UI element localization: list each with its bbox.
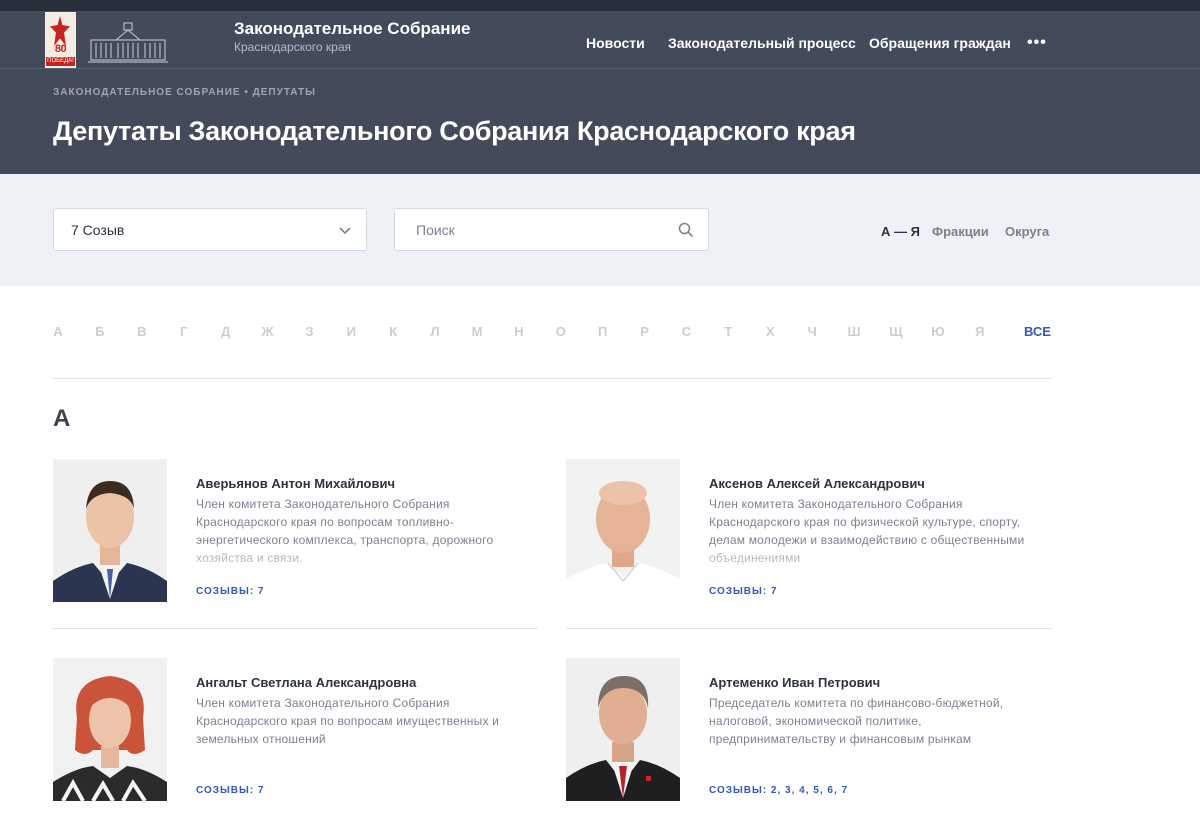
search-icon[interactable] xyxy=(678,222,694,238)
alphabet-letter[interactable]: Г xyxy=(180,324,187,339)
deputy-portrait-icon xyxy=(53,459,167,602)
alphabet-letter[interactable]: В xyxy=(137,324,146,339)
nav-item-citizen-appeals[interactable]: Обращения граждан xyxy=(869,35,1011,51)
alphabet-letter[interactable]: Х xyxy=(766,324,775,339)
deputy-name[interactable]: Аверьянов Антон Михайлович xyxy=(196,476,395,491)
deputy-convocations[interactable]: СОЗЫВЫ: 2, 3, 4, 5, 6, 7 xyxy=(709,785,848,796)
convocation-select[interactable]: 7 Созыв xyxy=(53,208,367,251)
deputy-convocations[interactable]: СОЗЫВЫ: 7 xyxy=(709,586,778,597)
sort-districts[interactable]: Округа xyxy=(1005,224,1049,239)
alphabet-letter[interactable]: Д xyxy=(221,324,230,339)
deputy-card: Аксенов Алексей Александрович Член комит… xyxy=(566,459,1051,629)
sort-factions[interactable]: Фракции xyxy=(932,224,989,239)
alphabet-letter[interactable]: Б xyxy=(95,324,104,339)
alphabet-letter[interactable]: Ж xyxy=(262,324,274,339)
victory-80-logo[interactable]: 80 ПОБЕДА! xyxy=(45,12,76,68)
chevron-down-icon xyxy=(339,227,351,235)
deputy-photo[interactable] xyxy=(53,459,167,602)
section-letter: А xyxy=(53,405,71,432)
search-box xyxy=(394,208,709,251)
alphabet-letter[interactable]: А xyxy=(53,324,62,339)
alphabet-letter[interactable]: Л xyxy=(431,324,440,339)
deputy-photo[interactable] xyxy=(53,658,167,801)
deputy-description: Член комитета Законодательного Собрания … xyxy=(709,497,1025,565)
alphabet-letter[interactable]: К xyxy=(389,324,397,339)
deputy-name[interactable]: Аксенов Алексей Александрович xyxy=(709,476,925,491)
alphabet-letter[interactable]: Ш xyxy=(848,324,861,339)
logo-badge-caption: ПОБЕДА! xyxy=(46,57,75,66)
main-nav: 80 ПОБЕДА! Законодательное Собрание Крас… xyxy=(0,11,1200,69)
sort-alphabetical[interactable]: А — Я xyxy=(881,224,920,239)
org-title[interactable]: Законодательное Собрание xyxy=(234,19,470,39)
search-input[interactable] xyxy=(395,209,665,250)
breadcrumb-item-assembly[interactable]: Законодательное Собрание xyxy=(53,87,241,98)
alphabet-letter[interactable]: О xyxy=(556,324,566,339)
deputy-description: Член комитета Законодательного Собрания … xyxy=(196,497,494,565)
deputy-card: Аверьянов Антон Михайлович Член комитета… xyxy=(53,459,538,629)
alphabet-letter[interactable]: М xyxy=(472,324,483,339)
card-divider xyxy=(53,628,538,629)
deputy-portrait-icon xyxy=(566,459,680,602)
deputy-convocations[interactable]: СОЗЫВЫ: 7 xyxy=(196,586,265,597)
breadcrumb-separator: • xyxy=(244,87,249,98)
nav-item-news[interactable]: Новости xyxy=(586,35,645,51)
more-menu-icon[interactable]: ••• xyxy=(1027,34,1047,52)
divider xyxy=(53,378,1051,379)
site-header: 80 ПОБЕДА! Законодательное Собрание Крас… xyxy=(0,11,1200,174)
deputy-portrait-icon xyxy=(566,658,680,801)
alphabet-letter[interactable]: Я xyxy=(975,324,984,339)
alphabet-letter[interactable]: И xyxy=(347,324,356,339)
alphabet-letter[interactable]: Щ xyxy=(889,324,902,339)
alphabet-letter[interactable]: Ю xyxy=(931,324,944,339)
alphabet-letter[interactable]: Н xyxy=(514,324,523,339)
org-subtitle: Краснодарского края xyxy=(234,40,351,54)
card-divider xyxy=(566,628,1051,629)
convocation-select-value: 7 Созыв xyxy=(71,222,125,238)
deputy-description: Председатель комитета по финансово-бюдже… xyxy=(709,696,1004,746)
deputy-name[interactable]: Артеменко Иван Петрович xyxy=(709,675,880,690)
filter-bar: 7 Созыв А — Я Фракции Округа xyxy=(0,174,1200,286)
deputy-photo[interactable] xyxy=(566,658,680,801)
page-title: Депутаты Законодательного Собрания Красн… xyxy=(53,116,856,146)
alphabet-index: А Б В Г Д Ж З И К Л М Н О П Р С Т Х Ч Ш Щ Ю Я ВСЕ xyxy=(53,324,1051,344)
parliament-building-icon[interactable] xyxy=(88,20,168,64)
alphabet-letter[interactable]: П xyxy=(598,324,607,339)
top-strip xyxy=(0,0,1200,11)
deputy-portrait-icon xyxy=(53,658,167,801)
deputy-photo[interactable] xyxy=(566,459,680,602)
logo-badge-number: 80 xyxy=(54,43,67,55)
breadcrumb: Законодательное Собрание • Депутаты xyxy=(53,87,316,98)
alphabet-letter[interactable]: З xyxy=(305,324,313,339)
deputy-convocations[interactable]: СОЗЫВЫ: 7 xyxy=(196,785,265,796)
alphabet-letter[interactable]: Ч xyxy=(808,324,817,339)
nav-item-legislative-process[interactable]: Законодательный процесс xyxy=(668,35,856,51)
deputy-description: Член комитета Законодательного Собрания … xyxy=(196,696,500,746)
alphabet-letter[interactable]: Р xyxy=(640,324,649,339)
alphabet-all[interactable]: ВСЕ xyxy=(1024,324,1051,339)
alphabet-letter[interactable]: Т xyxy=(724,324,732,339)
deputy-name[interactable]: Ангальт Светлана Александровна xyxy=(196,675,416,690)
alphabet-letter[interactable]: С xyxy=(682,324,691,339)
star-icon xyxy=(50,16,70,46)
breadcrumb-item-deputies[interactable]: Депутаты xyxy=(253,87,316,98)
